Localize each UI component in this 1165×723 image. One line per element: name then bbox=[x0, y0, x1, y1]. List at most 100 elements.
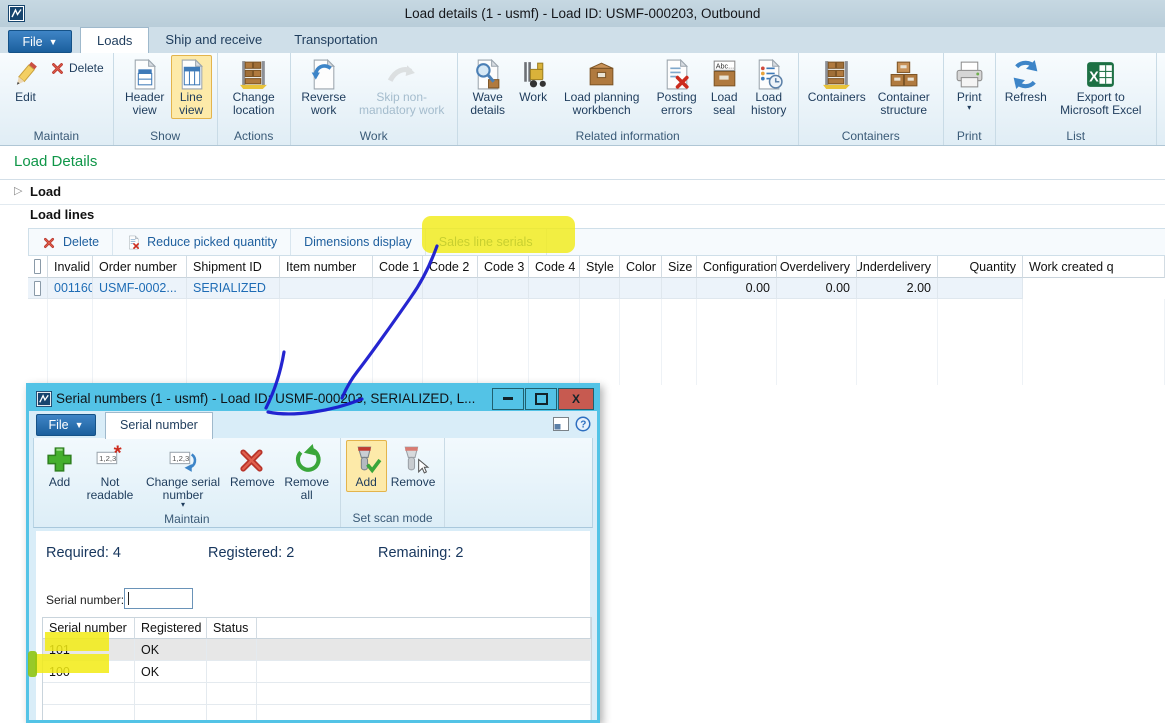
not-readable-button[interactable]: 1,2,3*Not readable bbox=[80, 440, 140, 504]
line-view-button[interactable]: Line view bbox=[171, 55, 212, 119]
column-header-size[interactable]: Size bbox=[662, 256, 697, 278]
cell-order-number[interactable]: 001160 bbox=[48, 278, 93, 299]
cell-status bbox=[207, 661, 257, 683]
file-menu-button[interactable]: File▼ bbox=[8, 30, 72, 53]
grid-empty-area bbox=[28, 299, 1165, 385]
refresh-button[interactable]: Refresh bbox=[1001, 55, 1051, 107]
column-header-code-2[interactable]: Code 2 bbox=[423, 256, 478, 278]
ribbon-group-maintain: Add1,2,3*Not readable1,2,3Change serial … bbox=[34, 438, 341, 527]
reduce-picked-quantity-button[interactable]: Reduce picked quantity bbox=[113, 229, 291, 255]
ribbon-group-containers: ContainersContainer structureContainers bbox=[799, 53, 944, 145]
select-all-checkbox-cell[interactable] bbox=[28, 256, 48, 278]
ribbon-group-label: Maintain bbox=[5, 128, 108, 145]
grid-header-row: InvalidOrder numberShipment IDItem numbe… bbox=[28, 256, 1165, 278]
minimize-button[interactable] bbox=[492, 388, 524, 410]
expander-triangle-icon[interactable]: ▷ bbox=[14, 184, 22, 197]
load-section-header[interactable]: ▷ Load bbox=[0, 179, 1165, 205]
reverse-work-icon bbox=[307, 58, 340, 91]
wave-details-button[interactable]: Wave details bbox=[463, 55, 513, 119]
column-header-work-created-q[interactable]: Work created q bbox=[1023, 256, 1165, 278]
cell-item-number[interactable]: SERIALIZED bbox=[187, 278, 280, 299]
cell-shipment-id[interactable]: USMF-0002... bbox=[93, 278, 187, 299]
column-header-order-number[interactable]: Order number bbox=[93, 256, 187, 278]
delete-button[interactable]: Delete bbox=[29, 229, 113, 255]
edit-button[interactable]: Edit bbox=[5, 55, 46, 107]
export-to-microsoft-excel-button[interactable]: XExport to Microsoft Excel bbox=[1051, 55, 1151, 119]
column-header-shipment-id[interactable]: Shipment ID bbox=[187, 256, 280, 278]
ribbon-group-actions: Change locationActions bbox=[218, 53, 291, 145]
delete-button[interactable]: Delete bbox=[46, 57, 108, 79]
tab-transportation[interactable]: Transportation bbox=[278, 27, 393, 53]
dimensions-display-button[interactable]: Dimensions display bbox=[291, 229, 426, 255]
serial-numbers-dialog: Serial numbers (1 - usmf) - Load ID: USM… bbox=[26, 383, 600, 723]
history-icon bbox=[752, 58, 785, 91]
column-header-item-number[interactable]: Item number bbox=[280, 256, 373, 278]
row-checkbox-cell[interactable] bbox=[28, 278, 48, 299]
ribbon-group-work: Reverse workSkip non-mandatory workWork bbox=[291, 53, 458, 145]
load-planning-workbench-button[interactable]: Load planning workbench bbox=[554, 55, 650, 119]
column-header-code-4[interactable]: Code 4 bbox=[529, 256, 580, 278]
column-header-underdelivery[interactable]: Underdelivery bbox=[857, 256, 938, 278]
reverse-work-button[interactable]: Reverse work bbox=[296, 55, 352, 119]
red-x-icon bbox=[42, 235, 57, 250]
cell-code-3 bbox=[423, 278, 478, 299]
serial-row[interactable]: 101OK bbox=[43, 639, 591, 661]
tab-loads[interactable]: Loads bbox=[80, 27, 149, 53]
maximize-button[interactable] bbox=[525, 388, 557, 410]
main-titlebar: Load details (1 - usmf) - Load ID: USMF-… bbox=[0, 0, 1165, 27]
row-checkbox[interactable] bbox=[34, 281, 41, 296]
change-location-button[interactable]: Change location bbox=[223, 55, 285, 119]
column-header-code-1[interactable]: Code 1 bbox=[373, 256, 423, 278]
add-button[interactable]: Add bbox=[39, 440, 80, 492]
column-header-serial-number[interactable]: Serial number bbox=[43, 618, 135, 639]
serial-row[interactable]: 100OK bbox=[43, 661, 591, 683]
close-button[interactable]: X bbox=[558, 388, 594, 410]
tab-ship-and-receive[interactable]: Ship and receive bbox=[149, 27, 278, 53]
cell-registered: OK bbox=[135, 661, 207, 683]
remove-all-button[interactable]: Remove all bbox=[279, 440, 335, 504]
ribbon-group-label: Maintain bbox=[39, 511, 335, 527]
serial-number-input[interactable] bbox=[124, 588, 193, 609]
panes-layout-icon[interactable] bbox=[553, 417, 569, 436]
add-button[interactable]: Add bbox=[346, 440, 387, 492]
containers-button[interactable]: Containers bbox=[804, 55, 870, 107]
ribbon-group-label: List bbox=[1001, 128, 1151, 145]
column-header-style[interactable]: Style bbox=[580, 256, 620, 278]
print-button[interactable]: Print▾ bbox=[949, 55, 990, 114]
header-view-button[interactable]: Header view bbox=[119, 55, 171, 119]
column-header-quantity[interactable]: Quantity bbox=[938, 256, 1023, 278]
change-serial-number-button[interactable]: 1,2,3Change serial number▾ bbox=[140, 440, 226, 511]
dialog-ribbon: Add1,2,3*Not readable1,2,3Change serial … bbox=[33, 438, 593, 528]
page-title: Load Details bbox=[14, 153, 97, 170]
skip-non-mandatory-work-button[interactable]: Skip non-mandatory work bbox=[352, 55, 452, 119]
dialog-tab-serial-number[interactable]: Serial number bbox=[105, 412, 213, 439]
load-seal-button[interactable]: Abc...Load seal bbox=[704, 55, 745, 119]
column-header-configuration[interactable]: Configuration bbox=[697, 256, 777, 278]
posting-errors-button[interactable]: Posting errors bbox=[650, 55, 704, 119]
column-header-invalid[interactable]: Invalid bbox=[48, 256, 93, 278]
load-history-button[interactable]: Load history bbox=[745, 55, 793, 119]
boxes-stack-icon bbox=[887, 58, 920, 91]
cell-color bbox=[580, 278, 620, 299]
remove-button[interactable]: Remove bbox=[226, 440, 279, 492]
dialog-title: Serial numbers (1 - usmf) - Load ID: USM… bbox=[56, 391, 491, 406]
scanner-remove-icon bbox=[397, 443, 430, 476]
remove-button[interactable]: Remove bbox=[387, 440, 440, 492]
green-plus-icon bbox=[43, 443, 76, 476]
column-header-overdelivery[interactable]: Overdelivery bbox=[777, 256, 857, 278]
box-icon bbox=[585, 58, 618, 91]
dialog-file-menu-button[interactable]: File▼ bbox=[36, 414, 96, 436]
container-structure-button[interactable]: Container structure bbox=[870, 55, 938, 119]
select-all-checkbox[interactable] bbox=[34, 259, 41, 274]
help-icon[interactable]: ? bbox=[575, 416, 591, 437]
cell-serial-number: 100 bbox=[43, 661, 135, 683]
sales-line-serials-button[interactable]: Sales line serials bbox=[426, 229, 547, 255]
column-header-registered[interactable]: Registered bbox=[135, 618, 207, 639]
ribbon-group-label: Related information bbox=[463, 128, 793, 145]
column-header-status[interactable]: Status bbox=[207, 618, 257, 639]
svg-text:*: * bbox=[113, 443, 121, 465]
column-header-code-3[interactable]: Code 3 bbox=[478, 256, 529, 278]
work-button[interactable]: Work bbox=[513, 55, 554, 107]
serial-numbers-grid: Serial numberRegisteredStatus101OK100OK bbox=[42, 617, 592, 720]
column-header-color[interactable]: Color bbox=[620, 256, 662, 278]
